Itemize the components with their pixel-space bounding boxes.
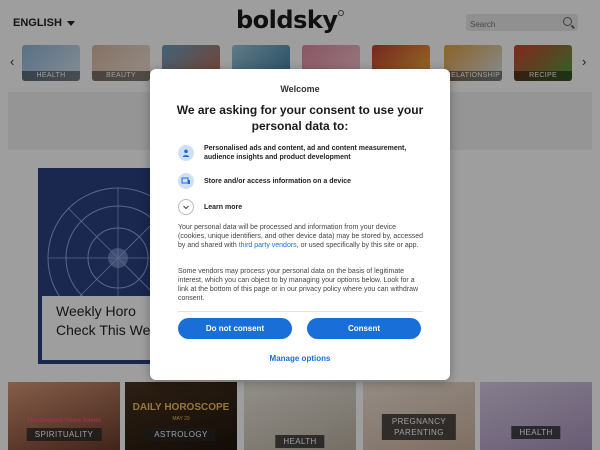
consent-dialog: Welcome We are asking for your consent t… [150,69,450,380]
person-icon [178,145,194,161]
dialog-welcome: Welcome [280,84,320,94]
do-not-consent-button[interactable]: Do not consent [178,318,292,339]
learn-more-toggle[interactable]: Learn more [178,199,414,215]
purpose-store-access: Store and/or access information on a dev… [178,173,414,189]
purpose-personalised-ads: Personalised ads and content, ad and con… [178,144,414,162]
dialog-heading: We are asking for your consent to use yo… [176,103,424,133]
learn-more-label[interactable]: Learn more [204,203,414,212]
purpose-text: Personalised ads and content, ad and con… [204,145,407,161]
consent-button[interactable]: Consent [307,318,421,339]
device-icon [178,173,194,189]
dialog-divider [178,311,422,312]
consent-paragraph-1: Your personal data will be processed and… [178,223,424,250]
consent-paragraph-2: Some vendors may process your personal d… [178,268,419,302]
para-text: , or used specifically by this site or a… [296,242,419,249]
third-party-vendors-link[interactable]: third party vendors [239,242,297,249]
chevron-down-icon[interactable] [178,199,194,215]
manage-options-link[interactable]: Manage options [150,354,450,363]
purpose-text: Store and/or access information on a dev… [204,177,352,185]
